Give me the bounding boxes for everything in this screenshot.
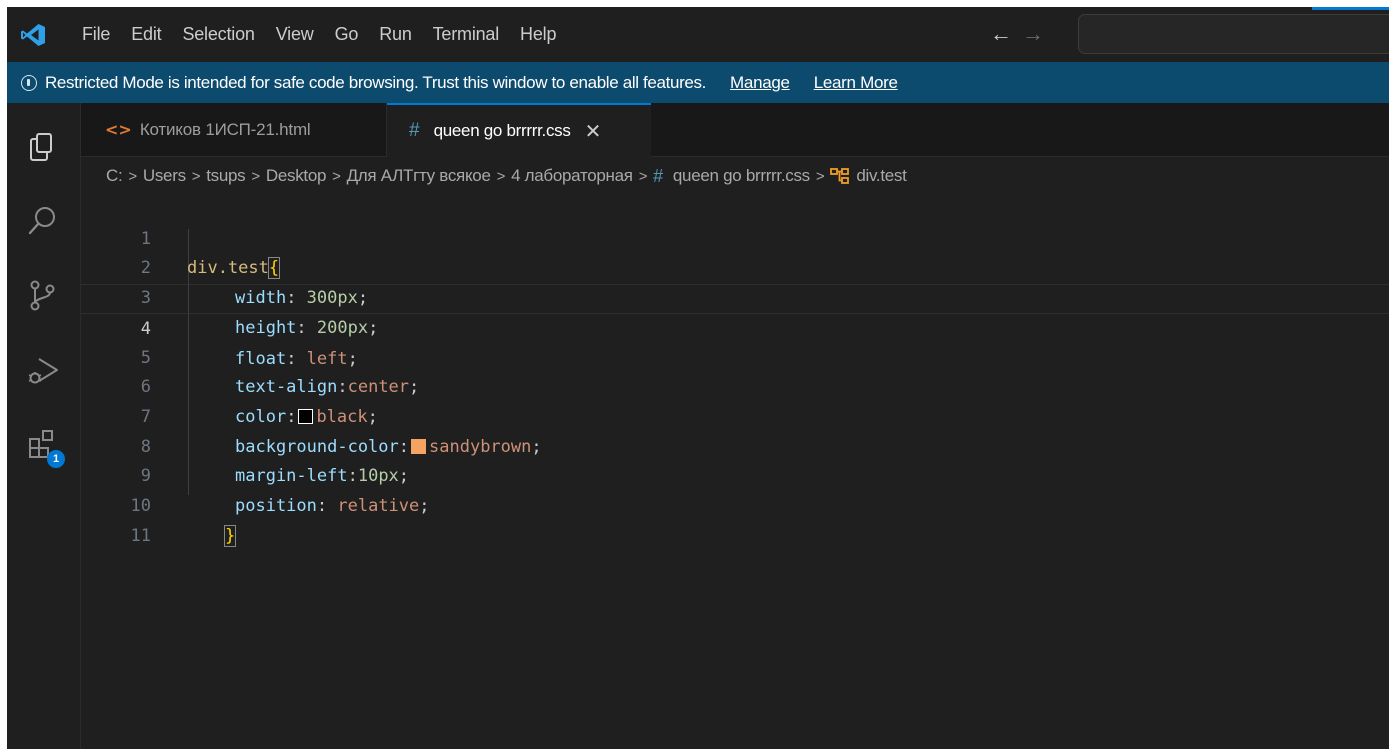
css-file-icon: # <box>409 120 420 141</box>
code-line[interactable]: 9 position: relative; <box>81 433 1389 516</box>
banner-message: Restricted Mode is intended for safe cod… <box>45 72 707 92</box>
code-line[interactable]: 7 background-color: sandybrown; <box>81 373 1389 457</box>
breadcrumb-users[interactable]: Users <box>143 166 186 186</box>
close-icon[interactable]: ✕ <box>585 119 602 144</box>
menu-file[interactable]: File <box>73 24 122 45</box>
breadcrumb-separator: > <box>496 167 506 185</box>
title-bar: File Edit Selection View Go Run Terminal… <box>7 7 1389 62</box>
breadcrumb-separator: > <box>191 167 201 185</box>
tab-label: queen go brrrrr.css <box>433 121 571 140</box>
code-line[interactable]: 1 div.test{ <box>81 195 1389 280</box>
menu-edit[interactable]: Edit <box>122 24 173 45</box>
menu-help[interactable]: Help <box>511 24 568 45</box>
code-line[interactable]: 11 <box>81 492 1389 546</box>
menu-terminal[interactable]: Terminal <box>424 24 511 45</box>
tab-label: Котиков 1ИСП-21.html <box>139 119 311 139</box>
extensions-badge: 1 <box>47 450 65 468</box>
breadcrumb-folder[interactable]: Для АЛТгту всякое <box>347 166 491 186</box>
title-accent-strip <box>1312 7 1389 10</box>
tab-css-file[interactable]: # queen go brrrrr.css ✕ <box>387 103 651 157</box>
code-editor[interactable]: 1 div.test{ 2 width: 300px; 3 height: 20… <box>81 195 1389 749</box>
code-line[interactable]: 6 color: black; <box>81 344 1389 427</box>
menu-selection[interactable]: Selection <box>173 24 266 45</box>
search-icon[interactable] <box>24 202 62 240</box>
symbol-class-icon <box>830 168 850 184</box>
html-file-icon: <> <box>105 120 132 139</box>
vscode-window: File Edit Selection View Go Run Terminal… <box>7 7 1389 749</box>
breadcrumb-lab-folder[interactable]: 4 лабораторная <box>511 166 633 186</box>
menu-run[interactable]: Run <box>370 24 423 45</box>
breadcrumb-user[interactable]: tsups <box>206 166 245 186</box>
vscode-logo-icon[interactable] <box>20 23 46 47</box>
css-file-icon: # <box>653 165 663 186</box>
learn-more-link[interactable]: Learn More <box>814 73 898 93</box>
menu-go[interactable]: Go <box>326 24 371 45</box>
tab-html-file[interactable]: <> Котиков 1ИСП-21.html <box>81 103 387 156</box>
breadcrumb-separator: > <box>128 167 137 185</box>
breadcrumb: C: > Users > tsups > Desktop > Для АЛТгт… <box>106 162 907 190</box>
editor-tab-bar: <> Котиков 1ИСП-21.html # queen go brrrr… <box>81 103 1389 157</box>
code-line[interactable]: 8 margin-left:10px; <box>81 403 1389 487</box>
manage-link[interactable]: Manage <box>730 73 790 93</box>
breadcrumb-separator: > <box>815 167 825 185</box>
line-number: 11 <box>130 525 151 546</box>
breadcrumb-separator: > <box>332 167 341 185</box>
breadcrumb-separator: > <box>638 167 648 185</box>
code-line[interactable]: 5 text-align:center; <box>81 314 1389 398</box>
close-brace: } <box>223 524 237 547</box>
source-control-icon[interactable] <box>24 276 62 314</box>
navigation-arrows: ← → <box>990 21 1060 47</box>
command-center-search[interactable] <box>1078 14 1389 54</box>
breadcrumb-drive[interactable]: C: <box>106 166 123 186</box>
shield-icon <box>21 74 37 91</box>
back-arrow-icon[interactable]: ← <box>990 21 1012 47</box>
breadcrumb-desktop[interactable]: Desktop <box>266 166 327 186</box>
code-line[interactable]: 2 width: 300px; <box>81 225 1389 308</box>
forward-arrow-icon[interactable]: → <box>1022 21 1044 47</box>
menu-view[interactable]: View <box>267 24 326 45</box>
code-line[interactable]: 3 height: 200px; <box>81 254 1389 338</box>
code-line[interactable]: 10 } <box>81 462 1389 547</box>
explorer-icon[interactable] <box>24 127 62 165</box>
breadcrumb-symbol[interactable]: div.test <box>856 166 907 186</box>
activity-bar: 1 <box>7 103 81 749</box>
breadcrumb-file[interactable]: queen go brrrrr.css <box>673 166 810 186</box>
restricted-mode-banner: Restricted Mode is intended for safe cod… <box>7 62 1389 103</box>
menu-bar: File Edit Selection View Go Run Terminal… <box>73 7 568 62</box>
code-line-current[interactable]: 4 float: left; <box>81 284 1389 369</box>
breadcrumb-separator: > <box>251 167 260 185</box>
run-debug-icon[interactable] <box>24 351 62 389</box>
